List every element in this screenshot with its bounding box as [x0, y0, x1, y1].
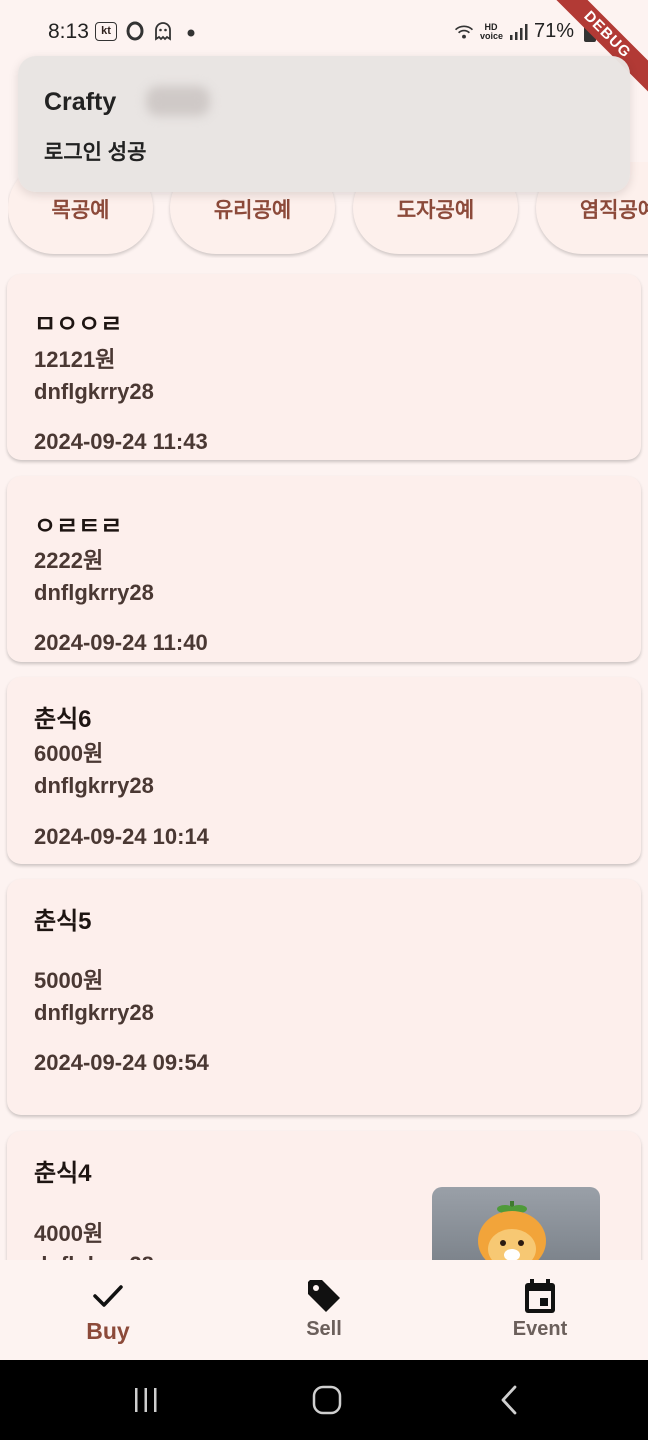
listing-thumbnail [432, 1187, 600, 1260]
kt-badge-icon: kt [95, 21, 117, 41]
category-chip-label: 유리공예 [213, 199, 292, 222]
listing-price: 2222원 [34, 548, 104, 573]
ghost-app-icon [153, 21, 173, 41]
tag-icon [308, 1280, 340, 1312]
listing-price: 6000원 [34, 741, 104, 766]
listing-price: 4000원 [34, 1221, 104, 1246]
listing-card[interactable]: 춘식6 6000원 dnflgkrry28 2024-09-24 10:14 [7, 677, 641, 864]
toast-app-name: Crafty [44, 88, 117, 116]
back-icon[interactable] [494, 1384, 526, 1416]
listing-seller: dnflgkrry28 [34, 379, 154, 404]
nav-sell[interactable]: Sell [216, 1260, 432, 1360]
toast-redacted-text [146, 86, 210, 116]
listing-price: 12121원 [34, 347, 116, 372]
status-left-icons: kt [95, 21, 201, 41]
listing-date: 2024-09-24 11:40 [34, 630, 208, 655]
nav-buy-label: Buy [86, 1318, 130, 1344]
listing-list[interactable]: ㅁㅇㅇㄹ 12121원 dnflgkrry28 2024-09-24 11:43… [0, 264, 648, 1260]
hd-voice-icon: HD voice [479, 21, 503, 41]
recent-apps-icon[interactable] [130, 1384, 162, 1416]
listing-date: 2024-09-24 11:43 [34, 429, 208, 454]
listing-price: 5000원 [34, 968, 104, 993]
signal-icon [508, 22, 528, 42]
toast-message: 로그인 성공 [44, 141, 147, 164]
nav-buy[interactable]: Buy [0, 1260, 216, 1360]
category-chip-label: 도자공예 [396, 199, 475, 222]
dot-icon [181, 21, 201, 41]
nav-event-label: Event [512, 1318, 568, 1340]
listing-card[interactable]: ㅇㄹㅌㄹ 2222원 dnflgkrry28 2024-09-24 11:40 [7, 476, 641, 662]
character-plush-image [478, 1201, 546, 1260]
listing-date: 2024-09-24 09:54 [34, 1050, 209, 1075]
listing-card[interactable]: 춘식5 5000원 dnflgkrry28 2024-09-24 09:54 [7, 879, 641, 1115]
nav-event[interactable]: Event [432, 1260, 648, 1360]
listing-title: ㅇㄹㅌㄹ [34, 513, 123, 540]
listing-date: 2024-09-24 10:14 [34, 824, 209, 849]
listing-seller: dnflgkrry28 [34, 1000, 154, 1025]
listing-card[interactable]: ㅁㅇㅇㄹ 12121원 dnflgkrry28 2024-09-24 11:43 [7, 274, 641, 460]
bottom-nav: Buy Sell Event [0, 1260, 648, 1360]
login-toast[interactable]: Crafty 로그인 성공 [18, 56, 630, 192]
listing-seller: dnflgkrry28 [34, 580, 154, 605]
category-chip-label: 목공예 [51, 199, 110, 222]
system-nav-bar [0, 1360, 648, 1440]
calendar-icon [525, 1279, 555, 1313]
category-chip-label: 염직공예 [579, 199, 648, 222]
wifi-icon [454, 22, 474, 42]
nav-sell-label: Sell [306, 1318, 342, 1340]
listing-title: ㅁㅇㅇㄹ [34, 311, 123, 338]
check-icon [93, 1285, 123, 1307]
home-icon[interactable] [310, 1382, 344, 1418]
listing-seller: dnflgkrry28 [34, 1252, 154, 1260]
listing-seller: dnflgkrry28 [34, 773, 154, 798]
listing-title: 춘식4 [34, 1160, 92, 1187]
circle-app-icon [125, 21, 145, 41]
status-time: 8:13 [48, 20, 89, 43]
listing-title: 춘식5 [34, 908, 92, 935]
listing-card[interactable]: 춘식4 4000원 dnflgkrry28 [7, 1131, 641, 1260]
listing-title: 춘식6 [34, 706, 92, 733]
